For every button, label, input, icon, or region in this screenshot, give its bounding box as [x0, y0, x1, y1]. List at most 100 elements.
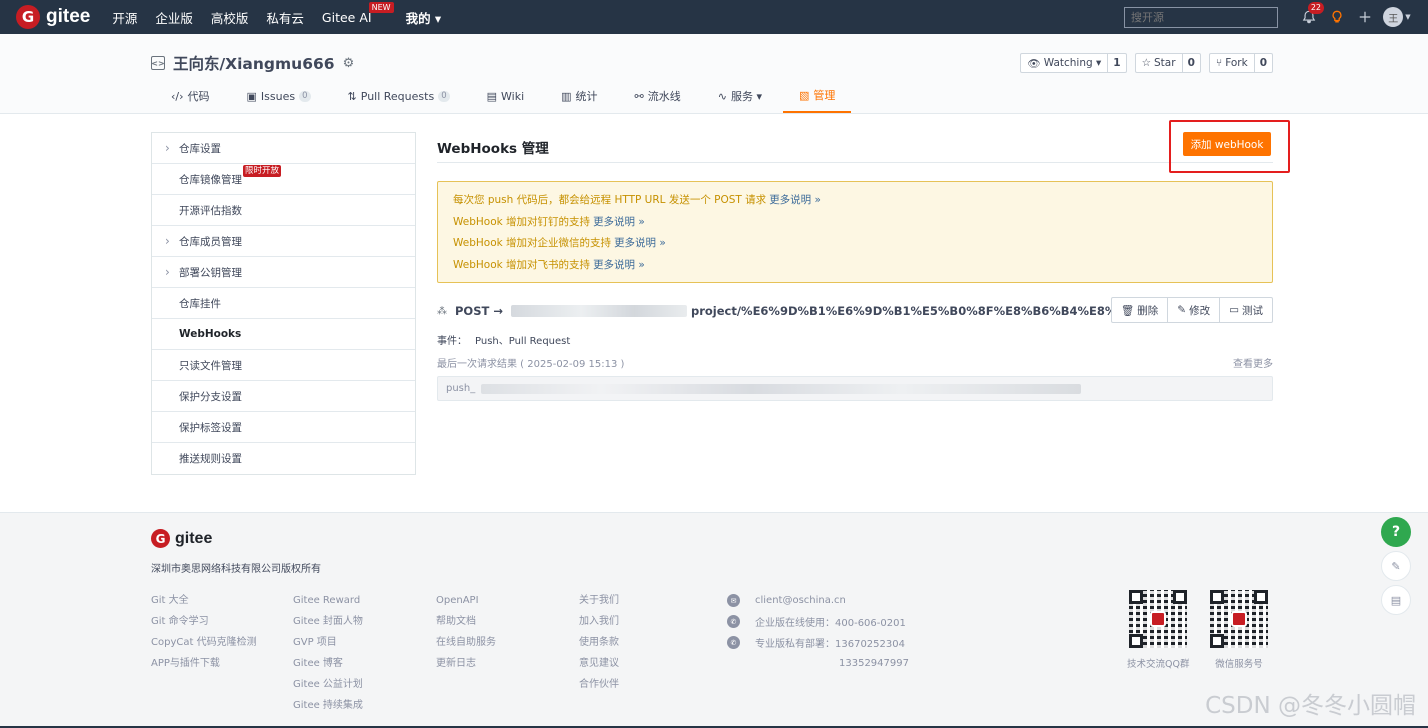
repo-name-link[interactable]: 王向东/Xiangmu666	[173, 52, 335, 74]
sidebar-item-mirror[interactable]: 仓库镜像管理 限时开放	[152, 164, 415, 195]
contact-private: ✆ 专业版私有部署：13670252304	[727, 632, 909, 653]
repo-actions: 👁 Watching ▾ 1 ☆ Star 0 ⑂ Fork 0	[1020, 53, 1273, 73]
tab-services[interactable]: ∿ 服务 ▾	[702, 79, 778, 113]
notice-line: WebHook 增加对钉钉的支持 更多说明 »	[453, 214, 645, 229]
edit-icon: ✎	[1177, 304, 1187, 316]
more-info-link[interactable]: 更多说明 »	[593, 214, 645, 229]
test-webhook-button[interactable]: ▭ 测试	[1220, 298, 1272, 322]
footer-col-4: 关于我们 加入我们 使用条款 意见建议 合作伙伴	[579, 590, 619, 695]
nav-open-source[interactable]: 开源	[112, 8, 137, 27]
sidebar-item-protected-branches[interactable]: 保护分支设置	[152, 381, 415, 412]
footer-link[interactable]: 意见建议	[579, 653, 619, 674]
footer-link[interactable]: 关于我们	[579, 590, 619, 611]
webhook-events: 事件： Push、Pull Request	[437, 336, 571, 347]
badge-icon[interactable]: ⚙	[343, 56, 355, 71]
top-navbar: G gitee 开源 企业版 高校版 私有云 Gitee AI NEW 我的 ▾…	[0, 0, 1428, 34]
search-input[interactable]	[1124, 6, 1278, 28]
tab-wiki[interactable]: ▤ Wiki	[471, 79, 541, 113]
qr-code-icon	[1210, 590, 1268, 648]
footer-link[interactable]: Gitee 封面人物	[293, 611, 363, 632]
edit-webhook-button[interactable]: ✎ 修改	[1168, 298, 1221, 322]
webhook-item: ⁂ POST → project/%E6%9D%B1%E6%9D%B1%E5%B…	[437, 297, 1273, 401]
nav-gitee-ai-label: Gitee AI	[321, 9, 372, 25]
notification-count: 22	[1307, 2, 1324, 14]
redacted-url-part	[510, 305, 687, 317]
fork-count[interactable]: 0	[1255, 54, 1272, 72]
sidebar-item-readonly-files[interactable]: 只读文件管理	[152, 350, 415, 381]
lightbulb-icon[interactable]	[1326, 6, 1348, 28]
watch-button[interactable]: 👁 Watching ▾ 1	[1020, 53, 1127, 73]
tab-pipeline[interactable]: ⚯ 流水线	[619, 79, 697, 113]
footer-link[interactable]: Gitee Reward	[293, 590, 363, 611]
star-count[interactable]: 0	[1183, 54, 1200, 72]
repo-header: <> 王向东/Xiangmu666 ⚙ 👁 Watching ▾ 1 ☆ Star …	[0, 34, 1428, 114]
wiki-icon: ▤	[486, 89, 498, 103]
footer-link[interactable]: APP与插件下载	[151, 653, 257, 674]
webhooks-content: WebHooks 管理 添加 webHook 每次您 push 代码后，都会给远…	[437, 132, 1273, 401]
highlight-box	[1169, 120, 1290, 173]
bell-icon[interactable]: 22	[1298, 2, 1324, 28]
new-badge: NEW	[368, 1, 394, 13]
sidebar-item-repo-settings[interactable]: 仓库设置	[152, 133, 415, 164]
tab-stats[interactable]: ▥ 统计	[545, 79, 613, 113]
tab-manage[interactable]: ▧ 管理	[783, 79, 852, 113]
fork-button[interactable]: ⑂ Fork 0	[1208, 53, 1273, 73]
sidebar-item-widgets[interactable]: 仓库挂件	[152, 288, 415, 319]
view-more-link[interactable]: 查看更多	[1233, 355, 1273, 370]
footer-link[interactable]: CopyCat 代码克隆检测	[151, 632, 257, 653]
footer-link[interactable]: GVP 项目	[293, 632, 363, 653]
webhook-actions: 🗑 删除 ✎ 修改 ▭ 测试	[1110, 297, 1273, 323]
footer-link[interactable]: 更新日志	[436, 653, 496, 674]
footer-link[interactable]: Git 命令学习	[151, 611, 257, 632]
footer-link[interactable]: Git 大全	[151, 590, 257, 611]
limited-open-badge: 限时开放	[243, 165, 282, 177]
chat-icon[interactable]: ▤	[1381, 585, 1411, 615]
footer-link[interactable]: 加入我们	[579, 611, 619, 632]
footer-link[interactable]: 在线自助服务	[436, 632, 496, 653]
nav-education[interactable]: 高校版	[211, 8, 249, 27]
sidebar-item-push-rules[interactable]: 推送规则设置	[152, 443, 415, 474]
footer-link[interactable]: 使用条款	[579, 632, 619, 653]
gitee-logo-icon: G	[151, 529, 170, 548]
sidebar-item-protected-tags[interactable]: 保护标签设置	[152, 412, 415, 443]
footer-link[interactable]: Gitee 公益计划	[293, 674, 363, 695]
nav-mine-dropdown[interactable]: 我的 ▾	[406, 8, 442, 27]
footer-logo[interactable]: G gitee	[151, 529, 212, 548]
tab-code[interactable]: ‹/› 代码	[155, 79, 226, 113]
sidebar-item-deploy-keys[interactable]: 部署公钥管理	[152, 257, 415, 288]
delete-webhook-button[interactable]: 🗑 删除	[1112, 298, 1169, 322]
gitee-logo[interactable]: G gitee	[16, 5, 90, 29]
issues-icon: ▣	[246, 89, 257, 103]
sidebar-item-webhooks[interactable]: WebHooks	[152, 319, 415, 350]
tab-issues[interactable]: ▣ Issues 0	[231, 79, 327, 113]
notice-line: WebHook 增加对飞书的支持 更多说明 »	[453, 257, 645, 272]
eye-icon: 👁	[1027, 57, 1041, 70]
repo-tabs: ‹/› 代码 ▣ Issues 0 ⇅ Pull Requests 0 ▤ Wiki ▥ 统计…	[155, 79, 856, 113]
help-button[interactable]: ?	[1381, 517, 1411, 547]
gitee-logo-icon: G	[16, 5, 40, 29]
qr-code-icon	[1129, 590, 1188, 648]
plus-icon[interactable]	[1354, 6, 1376, 28]
sidebar-item-members[interactable]: 仓库成员管理	[152, 226, 415, 257]
last-request-time: 最后一次请求结果 ( 2025-02-09 15:13 )	[437, 359, 625, 370]
tab-pull-requests[interactable]: ⇅ Pull Requests 0	[332, 79, 466, 113]
watch-count[interactable]: 1	[1108, 54, 1125, 72]
sidebar-item-oss-index[interactable]: 开源评估指数	[152, 195, 415, 226]
footer-link[interactable]: 合作伙伴	[579, 674, 619, 695]
terminal-icon: ▭	[1229, 304, 1239, 316]
nav-gitee-ai[interactable]: Gitee AI NEW	[321, 1, 394, 25]
nav-enterprise[interactable]: 企业版	[155, 8, 193, 27]
footer-link[interactable]: Gitee 博客	[293, 653, 363, 674]
user-avatar-menu[interactable]: 王 ▼	[1382, 6, 1412, 28]
webhook-url: project/%E6%9D%B1%E6%9D%B1%E5%B0%8F%E8%B…	[690, 304, 1161, 318]
footer-link[interactable]: OpenAPI	[436, 590, 496, 611]
gitee-logo-text: gitee	[46, 6, 91, 27]
more-info-link[interactable]: 更多说明 »	[593, 257, 645, 272]
feedback-edit-icon[interactable]: ✎	[1381, 551, 1411, 581]
star-button[interactable]: ☆ Star 0	[1134, 53, 1201, 73]
more-info-link[interactable]: 更多说明 »	[769, 192, 821, 207]
footer-link[interactable]: Gitee 持续集成	[293, 695, 363, 716]
more-info-link[interactable]: 更多说明 »	[614, 235, 666, 250]
footer-link[interactable]: 帮助文档	[436, 611, 496, 632]
nav-private-cloud[interactable]: 私有云	[266, 8, 304, 27]
